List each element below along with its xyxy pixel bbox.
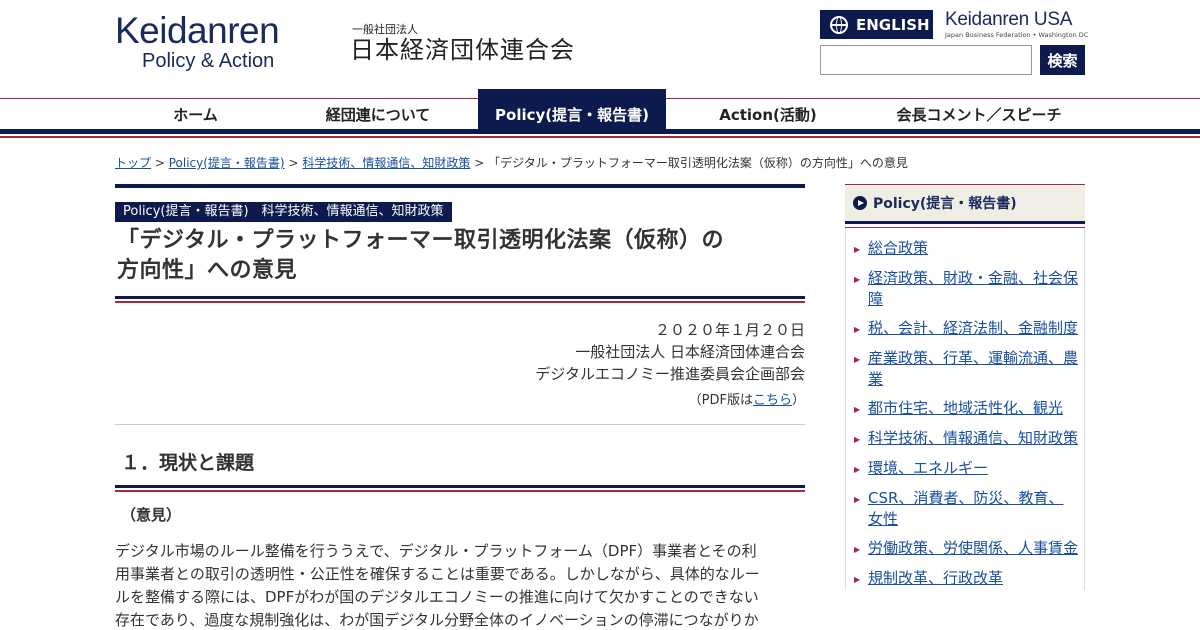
- usa-sub-text: Japan Business Federation • Washington D…: [945, 31, 1089, 39]
- body-line: デジタル市場のルール整備を行ううえで、デジタル・プラットフォーム（DPF）事業者…: [115, 542, 757, 560]
- sidebar-item-science[interactable]: ▶ 科学技術、情報通信、知財政策: [846, 428, 1084, 450]
- sidebar-item-regulation[interactable]: ▶ 規制改革、行政改革: [846, 568, 1084, 590]
- english-button[interactable]: ENGLISH: [820, 10, 933, 39]
- sidebar-item-industry[interactable]: ▶ 産業政策、行革、運輸流通、農業: [846, 348, 1084, 390]
- breadcrumb-science[interactable]: 科学技術、情報通信、知財政策: [302, 156, 470, 170]
- body-line: 存在であり、過度な規制強化は、わが国デジタル分野全体のイノベーションの停滞につな…: [115, 611, 759, 629]
- sidebar-item-label[interactable]: 都市住宅、地域活性化、観光: [868, 398, 1063, 420]
- article-date: ２０２０年１月２０日: [654, 321, 805, 339]
- article-committee: デジタルエコノミー推進委員会企画部会: [535, 365, 805, 383]
- triangle-right-icon: ▶: [854, 325, 861, 334]
- org-title: 一般社団法人 日本経済団体連合会: [350, 23, 575, 65]
- pdf-prefix: （PDF版は: [688, 393, 753, 408]
- section-heading: １．現状と課題: [121, 452, 255, 474]
- english-label: ENGLISH: [856, 15, 930, 34]
- sidebar-item-label[interactable]: 税、会計、経済法制、金融制度: [868, 318, 1078, 340]
- category-tag: Policy(提言・報告書) 科学技術、情報通信、知財政策: [115, 202, 452, 222]
- usa-main-text: Keidanren USA: [945, 9, 1073, 30]
- sidebar-item-label[interactable]: 規制改革、行政改革: [868, 568, 1003, 590]
- org-name: 日本経済団体連合会: [350, 36, 575, 64]
- sidebar-item-general[interactable]: ▶ 総合政策: [846, 238, 1084, 260]
- divider: [115, 424, 805, 425]
- article-meta: ２０２０年１月２０日 一般社団法人 日本経済団体連合会 デジタルエコノミー推進委…: [115, 319, 805, 385]
- keidanren-usa-link[interactable]: Keidanren USA Japan Business Federation …: [945, 9, 1089, 40]
- sidebar-item-economic[interactable]: ▶ 経済政策、財政・金融、社会保障: [846, 268, 1084, 310]
- body-line: ルを整備する際には、DPFがわが国のデジタルエコノミーの推進に向けて欠かすことの…: [115, 588, 759, 606]
- pdf-suffix: ）: [791, 393, 805, 408]
- triangle-right-icon: ▶: [854, 405, 861, 414]
- sidebar-item-urban[interactable]: ▶ 都市住宅、地域活性化、観光: [846, 398, 1084, 420]
- triangle-right-icon: ▶: [854, 275, 861, 284]
- play-circle-icon: [853, 196, 867, 210]
- sidebar-rule: [845, 221, 1085, 228]
- sidebar-item-label[interactable]: CSR、消費者、防災、教育、女性: [868, 488, 1078, 530]
- breadcrumb-current: 「デジタル・プラットフォーマー取引透明化法案（仮称）の方向性」への意見: [488, 156, 908, 170]
- article: Policy(提言・報告書) 科学技術、情報通信、知財政策 「デジタル・プラット…: [115, 184, 805, 630]
- sidebar-item-label[interactable]: 産業政策、行革、運輸流通、農業: [868, 348, 1078, 390]
- logo-sub-text: Policy & Action: [142, 50, 275, 72]
- breadcrumb-top[interactable]: トップ: [115, 156, 151, 170]
- nav-action[interactable]: Action(活動): [666, 99, 870, 129]
- nav-bottom-rule: [0, 129, 1200, 134]
- triangle-right-icon: ▶: [854, 245, 861, 254]
- pdf-link[interactable]: こちら: [753, 393, 792, 408]
- triangle-right-icon: ▶: [854, 545, 861, 554]
- search-input[interactable]: [820, 45, 1032, 75]
- org-type: 一般社団法人: [352, 23, 418, 36]
- pdf-note: （PDF版はこちら）: [115, 389, 805, 408]
- sidebar-item-label[interactable]: 総合政策: [868, 238, 928, 260]
- sidebar-item-csr[interactable]: ▶ CSR、消費者、防災、教育、女性: [846, 488, 1084, 530]
- section-rule: [115, 485, 805, 492]
- triangle-right-icon: ▶: [854, 575, 861, 584]
- sidebar-item-environment[interactable]: ▶ 環境、エネルギー: [846, 458, 1084, 480]
- title-line-2: 方向性」への意見: [117, 258, 298, 283]
- sidebar-item-labor[interactable]: ▶ 労働政策、労使関係、人事賃金: [846, 538, 1084, 560]
- article-top-rule: [115, 184, 805, 188]
- nav-comments[interactable]: 会長コメント／スピーチ: [870, 99, 1088, 129]
- breadcrumb: トップ > Policy(提言・報告書) > 科学技術、情報通信、知財政策 > …: [115, 154, 908, 171]
- site-header: Keidanren Policy & Action 一般社団法人 日本経済団体連…: [0, 0, 1200, 99]
- sidebar-item-label[interactable]: 経済政策、財政・金融、社会保障: [868, 268, 1078, 310]
- sidebar: Policy(提言・報告書) ▶ 総合政策 ▶ 経済政策、財政・金融、社会保障 ▶ 税…: [845, 184, 1085, 598]
- nav-bottom-accent: [0, 136, 1200, 138]
- title-line-1: 「デジタル・プラットフォーマー取引透明化法案（仮称）の: [117, 228, 725, 253]
- triangle-right-icon: ▶: [854, 465, 861, 474]
- search-button[interactable]: 検索: [1040, 45, 1085, 75]
- breadcrumb-sep: >: [288, 156, 299, 170]
- globe-icon: [830, 15, 848, 34]
- keidanren-logo[interactable]: Keidanren Policy & Action: [115, 10, 315, 72]
- nav-home[interactable]: ホーム: [113, 99, 278, 129]
- logo-main-text: Keidanren: [115, 10, 280, 51]
- breadcrumb-policy[interactable]: Policy(提言・報告書): [169, 156, 285, 170]
- breadcrumb-sep: >: [154, 156, 165, 170]
- triangle-right-icon: ▶: [854, 435, 861, 444]
- main-nav: ホーム 経団連について Policy(提言・報告書) Action(活動) 会長…: [0, 89, 1200, 129]
- breadcrumb-sep: >: [474, 156, 485, 170]
- title-rule: [115, 296, 805, 303]
- triangle-right-icon: ▶: [854, 495, 861, 504]
- nav-policy[interactable]: Policy(提言・報告書): [478, 89, 666, 129]
- sidebar-heading-label: Policy(提言・報告書): [873, 196, 1017, 212]
- body-paragraph: デジタル市場のルール整備を行ううえで、デジタル・プラットフォーム（DPF）事業者…: [115, 540, 805, 630]
- sidebar-heading[interactable]: Policy(提言・報告書): [845, 185, 1085, 221]
- sidebar-item-label[interactable]: 科学技術、情報通信、知財政策: [868, 428, 1078, 450]
- nav-about[interactable]: 経団連について: [278, 99, 478, 129]
- sidebar-item-tax[interactable]: ▶ 税、会計、経済法制、金融制度: [846, 318, 1084, 340]
- article-org: 一般社団法人 日本経済団体連合会: [575, 343, 805, 361]
- sidebar-list: ▶ 総合政策 ▶ 経済政策、財政・金融、社会保障 ▶ 税、会計、経済法制、金融制度 ▶…: [845, 228, 1085, 590]
- body-line: 用事業者との取引の透明性・公正性を確保することは重要である。しかしながら、具体的…: [115, 565, 760, 583]
- sidebar-item-label[interactable]: 労働政策、労使関係、人事賃金: [868, 538, 1078, 560]
- triangle-right-icon: ▶: [854, 355, 861, 364]
- page-title: 「デジタル・プラットフォーマー取引透明化法案（仮称）の 方向性」への意見: [115, 226, 805, 286]
- sidebar-item-label[interactable]: 環境、エネルギー: [868, 458, 988, 480]
- sub-heading: （意見）: [121, 506, 182, 524]
